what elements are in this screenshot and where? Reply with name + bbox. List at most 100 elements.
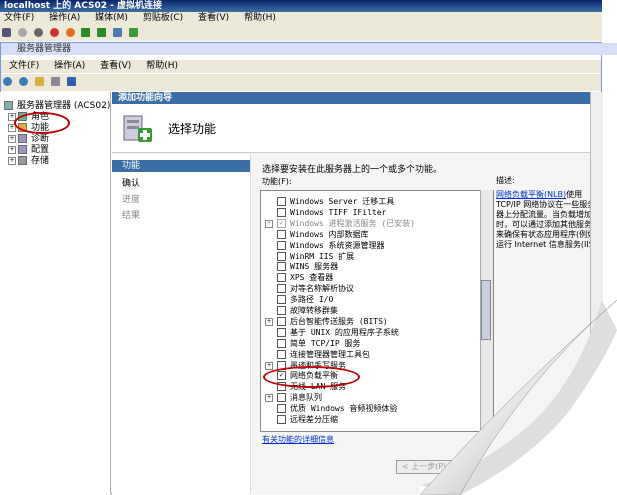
vm-menu-bar: 文件(F) 操作(A) 媒体(M) 剪贴板(C) 查看(V) 帮助(H) [0, 12, 602, 25]
feature-row[interactable]: 远程差分压缩 [277, 415, 338, 425]
sm-menu-help[interactable]: 帮助(H) [146, 61, 178, 71]
checkbox-unchecked-icon[interactable] [277, 404, 286, 414]
description-text: 使用 TCP/IP 网络协议在一些服务器上分配流量。当负载增加时，可以通过添加其… [496, 190, 600, 249]
vm-menu-action[interactable]: 操作(A) [49, 13, 80, 23]
expand-icon[interactable]: + [265, 317, 273, 326]
feature-row[interactable]: Windows Server 迁移工具 [277, 197, 394, 207]
show-hide-tree-icon[interactable] [50, 77, 60, 86]
checkbox-unchecked-icon[interactable] [277, 349, 286, 359]
checkbox-unchecked-icon[interactable] [277, 306, 286, 315]
feature-label: WinRM IIS 扩展 [290, 251, 355, 261]
vm-menu-help[interactable]: 帮助(H) [244, 13, 276, 23]
feature-row[interactable]: 对等名称解析协议 [277, 284, 354, 294]
expand-icon[interactable]: + [265, 361, 273, 370]
nav-confirm[interactable]: 确认 [122, 176, 140, 189]
feature-label: 连接管理器管理工具包 [290, 349, 370, 359]
feature-row[interactable]: + 后台智能传送服务 (BITS) [265, 316, 388, 327]
feature-row[interactable]: 连接管理器管理工具包 [277, 349, 370, 360]
nlb-highlight-ellipse [263, 366, 360, 388]
checkbox-unchecked-icon[interactable] [277, 295, 286, 305]
nav-features[interactable]: 功能 [112, 160, 250, 172]
feature-label: XPS 查看器 [290, 273, 334, 283]
checkbox-unchecked-icon[interactable] [277, 415, 286, 424]
help-icon[interactable] [66, 77, 76, 86]
sm-menu-action[interactable]: 操作(A) [54, 61, 85, 71]
feature-row[interactable]: 简单 TCP/IP 服务 [277, 338, 361, 349]
page-curl-decoration [420, 300, 617, 495]
feature-label: 多路径 I/O [290, 295, 334, 305]
nav-results: 结果 [122, 211, 141, 221]
checkbox-unchecked-icon[interactable] [277, 284, 286, 294]
save-state-icon[interactable] [65, 28, 75, 37]
feature-label: Windows Server 迁移工具 [290, 197, 395, 206]
checkbox-unchecked-icon[interactable] [277, 207, 286, 217]
feature-row[interactable]: XPS 查看器 [277, 273, 333, 283]
wizard-instruction: 选择要安装在此服务器上的一个或多个功能。 [262, 165, 443, 175]
ctrl-alt-del-icon[interactable] [2, 28, 11, 37]
vm-menu-media[interactable]: 媒体(M) [95, 13, 128, 23]
forward-arrow-icon[interactable] [18, 77, 28, 86]
pause-icon[interactable] [81, 28, 91, 37]
feature-label: 简单 TCP/IP 服务 [290, 338, 361, 348]
back-arrow-icon[interactable] [3, 77, 12, 86]
description-panel: 描述: 网络负载平衡(NLB)使用 TCP/IP 网络协议在一些服务器上分配流量… [496, 176, 600, 250]
reset-icon[interactable] [97, 28, 107, 37]
feature-row[interactable]: Windows TIFF IFilter [277, 207, 387, 218]
features-highlight-ellipse [14, 112, 70, 134]
feature-label: 消息队列 [290, 393, 322, 403]
feature-label: 远程差分压缩 [290, 415, 338, 424]
checkbox-unchecked-icon[interactable] [277, 262, 286, 272]
feature-label: 故障转移群集 [290, 306, 338, 315]
checkbox-unchecked-icon[interactable] [277, 316, 286, 326]
feature-row[interactable]: + 消息队列 [265, 393, 322, 403]
feature-row[interactable]: Windows 系统资源管理器 [277, 240, 385, 251]
feature-label: Windows 系统资源管理器 [290, 240, 385, 250]
revert-icon[interactable] [129, 28, 138, 37]
checkbox-unchecked-icon[interactable] [277, 338, 286, 348]
vm-menu-file[interactable]: 文件(F) [4, 13, 34, 23]
navigation-tree: 服务器管理器 (ACS02) + 角色 + 功能 + 诊断 + 配置 + 存储 [0, 92, 111, 494]
up-folder-icon[interactable] [34, 77, 44, 86]
expand-icon[interactable]: + [8, 156, 16, 165]
sm-menu-view[interactable]: 查看(V) [100, 61, 131, 71]
checkbox-unchecked-icon[interactable] [277, 251, 286, 261]
feature-row[interactable]: 优质 Windows 音频视频体验 [277, 404, 397, 414]
checkbox-unchecked-icon[interactable] [277, 240, 286, 250]
server-manager-menu-bar: 文件(F) 操作(A) 查看(V) 帮助(H) [1, 60, 601, 73]
expand-icon[interactable]: + [265, 219, 273, 228]
feature-row[interactable]: Windows 内部数据库 [277, 229, 369, 240]
expand-icon[interactable]: + [265, 394, 273, 403]
description-nlb-link[interactable]: 网络负载平衡(NLB) [496, 190, 566, 199]
checkbox-checked-icon[interactable]: ✓ [277, 218, 286, 228]
checkbox-unchecked-icon[interactable] [277, 393, 286, 403]
checkbox-unchecked-icon[interactable] [277, 327, 286, 337]
more-info-link[interactable]: 有关功能的详细信息 [262, 434, 334, 445]
features-label: 功能(F): [262, 177, 292, 186]
feature-label: Windows 进程激活服务 (已安装) [290, 218, 415, 228]
shutdown-icon[interactable] [49, 28, 59, 37]
checkbox-unchecked-icon[interactable] [277, 229, 286, 239]
checkbox-unchecked-icon[interactable] [277, 273, 286, 283]
snapshot-icon[interactable] [113, 28, 123, 37]
feature-row[interactable]: WINS 服务器 [277, 262, 338, 272]
feature-label: Windows TIFF IFilter [290, 207, 387, 217]
feature-row[interactable]: + ✓ Windows 进程激活服务 (已安装) [265, 218, 415, 229]
feature-row[interactable]: 多路径 I/O [277, 295, 333, 305]
sm-menu-file[interactable]: 文件(F) [9, 61, 39, 71]
turn-off-icon[interactable] [33, 28, 43, 37]
wizard-title: 添加功能向导 [118, 93, 173, 103]
wizard-header: 选择功能 [112, 104, 602, 153]
checkbox-unchecked-icon[interactable] [277, 197, 286, 206]
feature-row[interactable]: 基于 UNIX 的应用程序子系统 [277, 327, 399, 338]
wizard-nav: 功能 确认 进度 结果 [112, 154, 251, 494]
description-label: 描述: [496, 176, 515, 185]
feature-label: 对等名称解析协议 [290, 284, 354, 294]
tree-item-storage[interactable]: + 存储 [8, 153, 49, 166]
feature-row[interactable]: WinRM IIS 扩展 [277, 251, 355, 262]
feature-row[interactable]: 故障转移群集 [277, 306, 338, 316]
vm-menu-view[interactable]: 查看(V) [198, 13, 229, 23]
server-manager-title: 服务器管理器 [17, 44, 72, 54]
wizard-heading: 选择功能 [168, 122, 217, 136]
start-icon[interactable] [17, 28, 27, 37]
vm-menu-clipboard[interactable]: 剪贴板(C) [143, 13, 183, 23]
